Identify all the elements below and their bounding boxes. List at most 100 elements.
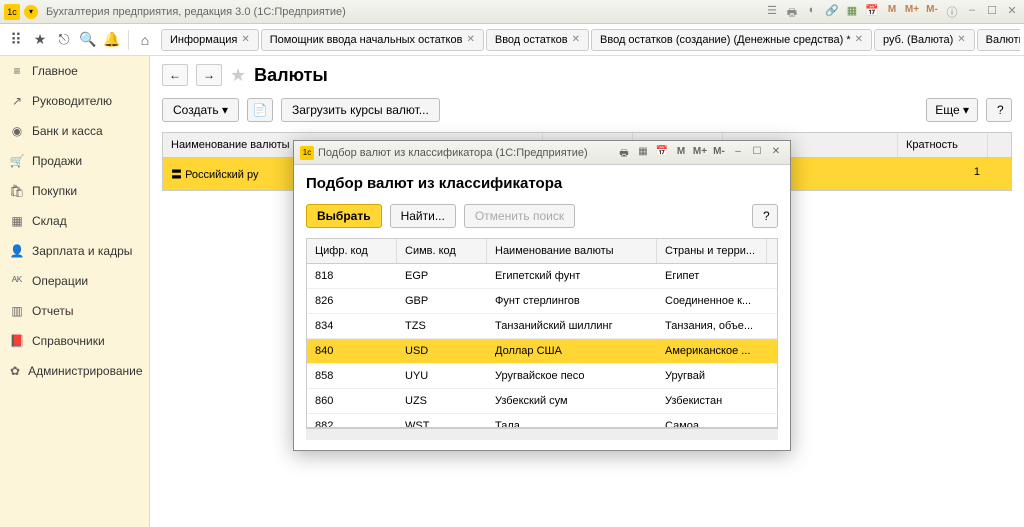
search-icon[interactable]: 🔍 bbox=[76, 28, 100, 52]
app-menu-dropdown[interactable]: ▾ bbox=[24, 5, 38, 19]
minimize-icon[interactable]: – bbox=[964, 4, 980, 20]
history-icon[interactable]: ⎋ bbox=[52, 28, 76, 52]
book-icon: 📕 bbox=[10, 334, 24, 348]
memory-mminus-button[interactable]: M- bbox=[711, 146, 727, 160]
cancel-search-button[interactable]: Отменить поиск bbox=[464, 204, 575, 228]
calendar-icon[interactable]: 📅 bbox=[864, 4, 880, 20]
tab-helper[interactable]: Помощник ввода начальных остатков✕ bbox=[261, 29, 484, 51]
more-button[interactable]: Еще ▾ bbox=[926, 98, 978, 122]
close-icon[interactable]: ✕ bbox=[1004, 4, 1020, 20]
app-title: Бухгалтерия предприятия, редакция 3.0 (1… bbox=[46, 6, 764, 18]
link-icon[interactable]: 🔗 bbox=[824, 4, 840, 20]
apps-grid-icon[interactable]: ⠿ bbox=[4, 28, 28, 52]
col-num[interactable]: Цифр. код bbox=[307, 239, 397, 263]
table-row[interactable]: 882WSTТалаСамоа bbox=[307, 414, 777, 428]
memory-m-button[interactable]: M bbox=[673, 146, 689, 160]
sidebar-item-catalogs[interactable]: 📕Справочники bbox=[0, 326, 149, 356]
coin-icon: ◉ bbox=[10, 124, 24, 138]
star-icon[interactable]: ★ bbox=[28, 28, 52, 52]
close-icon[interactable]: ✕ bbox=[768, 146, 784, 160]
tab-close-icon[interactable]: ✕ bbox=[466, 34, 474, 45]
table-row[interactable]: 818EGPЕгипетский фунтЕгипет bbox=[307, 264, 777, 289]
tool-icon[interactable]: ☰ bbox=[764, 4, 780, 20]
table-row[interactable]: 860UZSУзбекский сумУзбекистан bbox=[307, 389, 777, 414]
cell-name: Египетский фунт bbox=[487, 264, 657, 288]
tab-close-icon[interactable]: ✕ bbox=[855, 34, 863, 45]
sidebar-item-admin[interactable]: ✿Администрирование bbox=[0, 356, 149, 386]
cell-country: Танзания, объе... bbox=[657, 314, 767, 338]
copy-button[interactable]: 📄 bbox=[247, 98, 273, 122]
cell-country: Узбекистан bbox=[657, 389, 767, 413]
sidebar-item-warehouse[interactable]: ▦Склад bbox=[0, 206, 149, 236]
separator bbox=[128, 30, 129, 50]
sidebar-item-bank[interactable]: ◉Банк и касса bbox=[0, 116, 149, 146]
print-icon[interactable]: 🖶 bbox=[784, 4, 800, 20]
memory-mplus-button[interactable]: M+ bbox=[904, 4, 920, 20]
sidebar-item-sales[interactable]: 🛒Продажи bbox=[0, 146, 149, 176]
memory-mminus-button[interactable]: M- bbox=[924, 4, 940, 20]
tab-close-icon[interactable]: ✕ bbox=[241, 34, 249, 45]
cell-name: Тала bbox=[487, 414, 657, 428]
help-button[interactable]: ? bbox=[752, 204, 778, 228]
sidebar-item-main[interactable]: ≡Главное bbox=[0, 56, 149, 86]
tab-entry[interactable]: Ввод остатков ✕ bbox=[486, 29, 589, 51]
horizontal-scrollbar[interactable] bbox=[306, 428, 778, 440]
bell-icon[interactable]: 🔔 bbox=[100, 28, 124, 52]
app-titlebar: 1c ▾ Бухгалтерия предприятия, редакция 3… bbox=[0, 0, 1024, 24]
help-button[interactable]: ? bbox=[986, 98, 1012, 122]
load-rates-button[interactable]: Загрузить курсы валют... bbox=[281, 98, 440, 122]
sidebar-label: Зарплата и кадры bbox=[32, 244, 132, 258]
calendar-icon[interactable]: 📅 bbox=[654, 146, 670, 160]
info-icon[interactable]: ⓘ bbox=[944, 4, 960, 20]
tab-close-icon[interactable]: ✕ bbox=[957, 34, 965, 45]
sidebar-item-operations[interactable]: ᴬᴷОперации bbox=[0, 266, 149, 296]
col-mult[interactable]: Кратность bbox=[898, 133, 988, 157]
minimize-icon[interactable]: – bbox=[730, 146, 746, 160]
main-toolbar: ⠿ ★ ⎋ 🔍 🔔 ⌂ Информация ✕ Помощник ввода н… bbox=[0, 24, 1024, 56]
select-button[interactable]: Выбрать bbox=[306, 204, 382, 228]
table-row[interactable]: 834TZSТанзанийский шиллингТанзания, объе… bbox=[307, 314, 777, 339]
tab-rub[interactable]: руб. (Валюта)✕ bbox=[874, 29, 975, 51]
table-row[interactable]: 840USDДоллар СШААмериканское ... bbox=[307, 339, 777, 364]
cell-sym: EGP bbox=[397, 264, 487, 288]
nav-back-button[interactable]: ← bbox=[162, 64, 188, 86]
tab-close-icon[interactable]: ✕ bbox=[572, 34, 580, 45]
tab-label: Ввод остатков bbox=[495, 34, 568, 46]
cell-sym: USD bbox=[397, 339, 487, 363]
home-icon[interactable]: ⌂ bbox=[133, 28, 157, 52]
tab-label: Информация bbox=[170, 34, 237, 46]
sidebar-item-purchases[interactable]: 🛍Покупки bbox=[0, 176, 149, 206]
cell-country: Уругвай bbox=[657, 364, 767, 388]
tab-entry-create[interactable]: Ввод остатков (создание) (Денежные средс… bbox=[591, 29, 872, 51]
col-country[interactable]: Страны и терри... bbox=[657, 239, 767, 263]
box-icon: ▦ bbox=[10, 214, 24, 228]
nav-forward-button[interactable]: → bbox=[196, 64, 222, 86]
maximize-icon[interactable]: ☐ bbox=[749, 146, 765, 160]
sidebar-item-reports[interactable]: ▥Отчеты bbox=[0, 296, 149, 326]
memory-mplus-button[interactable]: M+ bbox=[692, 146, 708, 160]
calc-icon[interactable]: ▦ bbox=[844, 4, 860, 20]
table-row[interactable]: 858UYUУругвайское песоУругвай bbox=[307, 364, 777, 389]
calc-icon[interactable]: ▦ bbox=[635, 146, 651, 160]
dialog-heading: Подбор валют из классификатора bbox=[306, 175, 778, 192]
find-button[interactable]: Найти... bbox=[390, 204, 456, 228]
tool-icon[interactable]: ◐ bbox=[804, 4, 820, 20]
favorite-star-icon[interactable]: ★ bbox=[230, 65, 246, 86]
app-icon: 1c bbox=[4, 4, 20, 20]
sidebar-item-hr[interactable]: 👤Зарплата и кадры bbox=[0, 236, 149, 266]
cell-num: 882 bbox=[307, 414, 397, 428]
table-row[interactable]: 826GBPФунт стерлинговСоединенное к... bbox=[307, 289, 777, 314]
cell-name: Доллар США bbox=[487, 339, 657, 363]
table-header: Цифр. код Симв. код Наименование валюты … bbox=[307, 239, 777, 264]
tab-currencies[interactable]: Валюты✕ bbox=[977, 29, 1020, 51]
print-icon[interactable]: 🖶 bbox=[616, 146, 632, 160]
create-button[interactable]: Создать ▾ bbox=[162, 98, 239, 122]
cell-num: 840 bbox=[307, 339, 397, 363]
tab-info[interactable]: Информация ✕ bbox=[161, 29, 259, 51]
col-sym[interactable]: Симв. код bbox=[397, 239, 487, 263]
sidebar: ≡Главное ↗Руководителю ◉Банк и касса 🛒Пр… bbox=[0, 56, 150, 527]
memory-m-button[interactable]: M bbox=[884, 4, 900, 20]
maximize-icon[interactable]: ☐ bbox=[984, 4, 1000, 20]
col-name[interactable]: Наименование валюты bbox=[487, 239, 657, 263]
sidebar-item-manager[interactable]: ↗Руководителю bbox=[0, 86, 149, 116]
